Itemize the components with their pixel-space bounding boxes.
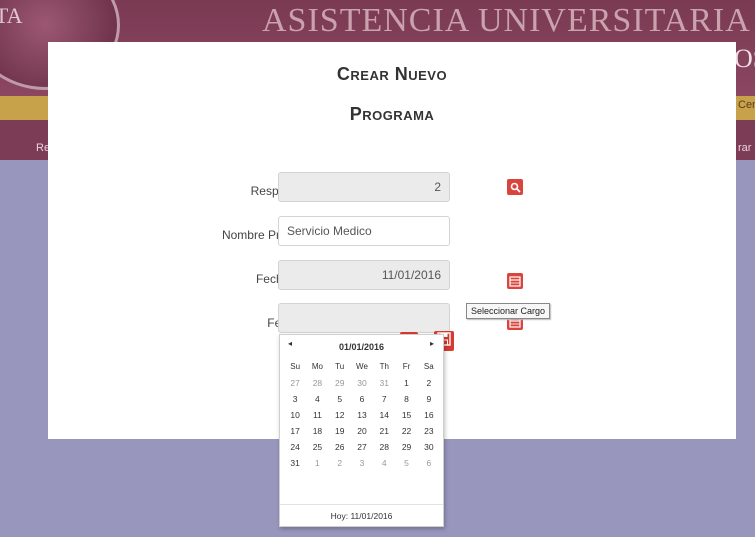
site-title: ASISTENCIA UNIVERSITARIA bbox=[262, 2, 751, 39]
fecha-fin-field[interactable] bbox=[278, 303, 450, 333]
day-cell[interactable]: 20 bbox=[351, 423, 373, 439]
dow-label: Mo bbox=[311, 362, 323, 371]
datepicker-header: ◂ 01/01/2016 ▸ bbox=[280, 335, 443, 359]
datepicker-month[interactable]: 01/01/2016 bbox=[280, 342, 443, 352]
day-cell[interactable]: 31 bbox=[373, 375, 395, 391]
next-month-icon[interactable]: ▸ bbox=[430, 339, 434, 348]
day-cell[interactable]: 22 bbox=[395, 423, 417, 439]
day-cell[interactable]: 24 bbox=[284, 439, 306, 455]
nav-item-right[interactable]: rar bbox=[738, 142, 751, 154]
day-cell[interactable]: 9 bbox=[418, 391, 440, 407]
gold-bar-link[interactable]: Cer bbox=[738, 99, 755, 111]
day-cell[interactable]: 21 bbox=[373, 423, 395, 439]
dow-label: Tu bbox=[335, 362, 345, 371]
week-row: 27 28 29 30 31 1 2 bbox=[284, 375, 440, 391]
day-cell[interactable]: 7 bbox=[373, 391, 395, 407]
fecha-inicio-field[interactable]: 11/01/2016 bbox=[278, 260, 450, 290]
week-row: 10 11 12 13 14 15 16 bbox=[284, 407, 440, 423]
day-cell[interactable]: 28 bbox=[373, 439, 395, 455]
week-row: 3 4 5 6 7 8 9 bbox=[284, 391, 440, 407]
logo-text: UTA bbox=[0, 3, 23, 28]
day-cell[interactable]: 25 bbox=[306, 439, 328, 455]
day-cell[interactable]: 3 bbox=[284, 391, 306, 407]
day-cell[interactable]: 1 bbox=[395, 375, 417, 391]
day-cell[interactable]: 4 bbox=[373, 455, 395, 471]
fecha-inicio-calendar-button[interactable] bbox=[507, 273, 523, 289]
day-cell[interactable]: 19 bbox=[329, 423, 351, 439]
days-of-week-row: Su Mo Tu We Th Fr Sa bbox=[284, 359, 440, 375]
day-cell[interactable]: 10 bbox=[284, 407, 306, 423]
day-cell[interactable]: 18 bbox=[306, 423, 328, 439]
day-cell[interactable]: 12 bbox=[329, 407, 351, 423]
day-cell[interactable]: 27 bbox=[284, 375, 306, 391]
dow-label: Sa bbox=[423, 362, 434, 371]
day-cell[interactable]: 11 bbox=[306, 407, 328, 423]
day-cell[interactable]: 30 bbox=[418, 439, 440, 455]
day-cell[interactable]: 30 bbox=[351, 375, 373, 391]
day-cell[interactable]: 1 bbox=[306, 455, 328, 471]
day-cell[interactable]: 6 bbox=[351, 391, 373, 407]
day-cell[interactable]: 13 bbox=[351, 407, 373, 423]
modal-title-line2: Programa bbox=[349, 104, 435, 124]
day-cell[interactable]: 31 bbox=[284, 455, 306, 471]
day-cell[interactable]: 16 bbox=[418, 407, 440, 423]
day-cell[interactable]: 3 bbox=[351, 455, 373, 471]
week-row: 17 18 19 20 21 22 23 bbox=[284, 423, 440, 439]
datepicker-popup: ◂ 01/01/2016 ▸ Su Mo Tu We Th Fr Sa 27 2… bbox=[279, 334, 444, 527]
today-button[interactable]: Hoy: 11/01/2016 bbox=[280, 504, 443, 526]
week-row: 24 25 26 27 28 29 30 bbox=[284, 439, 440, 455]
modal-title-line1: Crear Nuevo bbox=[336, 64, 448, 84]
day-cell[interactable]: 4 bbox=[306, 391, 328, 407]
dow-label: Fr bbox=[402, 362, 411, 371]
responsable-field[interactable]: 2 bbox=[278, 172, 450, 202]
day-cell[interactable]: 28 bbox=[306, 375, 328, 391]
day-cell[interactable]: 2 bbox=[329, 455, 351, 471]
dow-label: We bbox=[356, 362, 368, 371]
day-cell[interactable]: 14 bbox=[373, 407, 395, 423]
nombre-programa-input[interactable]: Servicio Medico bbox=[278, 216, 450, 246]
day-cell[interactable]: 2 bbox=[418, 375, 440, 391]
calendar-icon bbox=[509, 275, 521, 287]
day-cell[interactable]: 29 bbox=[395, 439, 417, 455]
day-cell[interactable]: 17 bbox=[284, 423, 306, 439]
day-cell[interactable]: 8 bbox=[395, 391, 417, 407]
day-cell[interactable]: 5 bbox=[329, 391, 351, 407]
search-icon bbox=[510, 182, 521, 193]
day-cell[interactable]: 29 bbox=[329, 375, 351, 391]
day-cell[interactable]: 15 bbox=[395, 407, 417, 423]
dow-label: Th bbox=[379, 362, 389, 371]
day-cell[interactable]: 5 bbox=[395, 455, 417, 471]
day-cell[interactable]: 23 bbox=[418, 423, 440, 439]
day-cell[interactable]: 26 bbox=[329, 439, 351, 455]
day-cell[interactable]: 6 bbox=[418, 455, 440, 471]
search-responsable-button[interactable] bbox=[507, 179, 523, 195]
dow-label: Su bbox=[290, 362, 301, 371]
site-title-right-fragment: OS bbox=[734, 44, 755, 73]
day-cell[interactable]: 27 bbox=[351, 439, 373, 455]
week-row: 31 1 2 3 4 5 6 bbox=[284, 455, 440, 471]
seleccionar-cargo-tooltip: Seleccionar Cargo bbox=[466, 303, 551, 319]
datepicker-grid: Su Mo Tu We Th Fr Sa 27 28 29 30 31 1 2 … bbox=[284, 359, 440, 471]
